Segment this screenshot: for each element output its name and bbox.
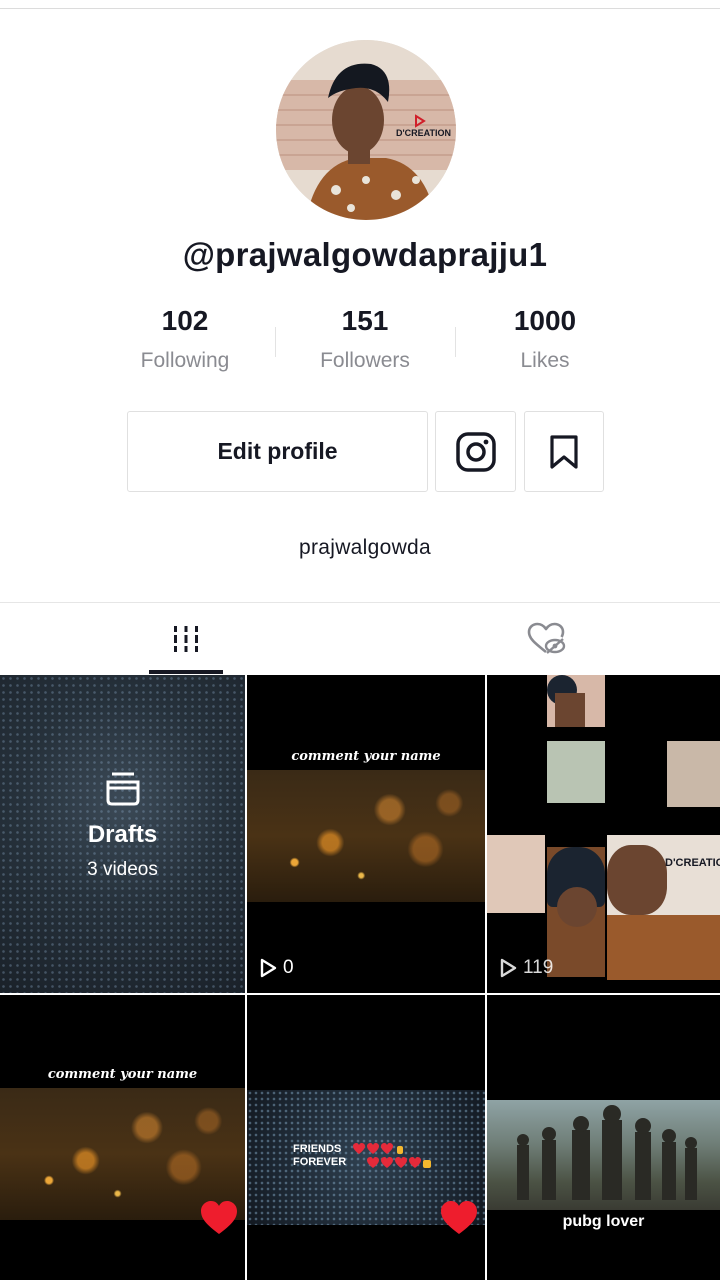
play-count-value: 0	[283, 957, 294, 978]
video-caption: comment your name	[291, 749, 441, 764]
stat-followers[interactable]: 151 Followers	[275, 305, 455, 373]
stat-followers-value: 151	[341, 305, 389, 336]
mosaic-tile	[547, 675, 605, 727]
tab-liked[interactable]	[372, 603, 720, 675]
hearts-emoji	[353, 1143, 431, 1168]
edit-profile-button[interactable]: Edit profile	[127, 411, 428, 492]
drafts-info: Drafts 3 videos	[0, 770, 245, 881]
video-preview	[247, 770, 485, 902]
avatar-photo: D'CREATION	[276, 40, 456, 220]
mosaic-tile	[487, 835, 545, 913]
tab-videos[interactable]	[0, 603, 372, 675]
mosaic-tile: D'CREATION	[607, 835, 720, 980]
stat-likes-label: Likes	[520, 349, 570, 372]
heart-icon	[441, 1201, 477, 1234]
mosaic-tile	[667, 741, 720, 807]
top-divider	[0, 8, 720, 9]
drafts-title: Drafts	[87, 821, 158, 848]
active-tab-indicator	[149, 670, 223, 674]
favorites-button[interactable]	[524, 411, 604, 492]
video-caption: FRIENDS FOREVER	[293, 1143, 346, 1169]
grid-icon	[174, 626, 198, 652]
profile-stats: 102 Following 151 Followers 1000 Likes	[95, 305, 635, 385]
video-caption: comment your name	[47, 1067, 198, 1082]
drafts-tile[interactable]: Drafts 3 videos	[0, 675, 245, 993]
play-count: 0	[259, 957, 294, 979]
stat-following[interactable]: 102 Following	[95, 305, 275, 373]
bookmark-icon	[550, 434, 578, 469]
play-count: 119	[499, 957, 553, 979]
video-preview	[487, 1100, 720, 1210]
stat-likes[interactable]: 1000 Likes	[455, 305, 635, 373]
play-icon	[260, 958, 277, 978]
stat-following-value: 102	[161, 305, 209, 336]
mosaic-tile	[547, 741, 605, 803]
instagram-button[interactable]	[435, 411, 516, 492]
play-count-value: 119	[523, 957, 554, 978]
avatar-watermark: D'CREATION	[396, 128, 451, 138]
drafts-count: 3 videos	[87, 859, 158, 880]
video-thumbnail[interactable]: comment your name 0	[247, 675, 485, 993]
instagram-icon	[455, 431, 496, 472]
soldiers-silhouette	[517, 1105, 697, 1200]
video-caption-line: FRIENDS	[293, 1143, 342, 1155]
video-grid: Drafts 3 videos comment your name 0 D'CR…	[0, 675, 720, 1280]
video-caption-line: FOREVER	[293, 1156, 347, 1168]
profile-bio: prajwalgowda	[298, 536, 431, 559]
profile-username: @prajwalgowdaprajju1	[182, 236, 548, 273]
stat-followers-label: Followers	[320, 349, 410, 372]
heart-icon	[201, 1201, 237, 1234]
stat-following-label: Following	[140, 349, 230, 372]
stat-likes-value: 1000	[513, 305, 577, 336]
video-thumbnail[interactable]: comment your name	[0, 995, 245, 1280]
video-thumbnail[interactable]: D'CREATION 119	[487, 675, 720, 993]
video-thumbnail[interactable]: pubg lover	[487, 995, 720, 1280]
liked-hidden-icon	[527, 622, 566, 654]
video-watermark: D'CREATION	[665, 857, 720, 869]
profile-avatar[interactable]: D'CREATION	[276, 40, 456, 220]
edit-profile-label: Edit profile	[217, 438, 338, 464]
play-icon	[500, 958, 517, 978]
video-thumbnail[interactable]: FRIENDS FOREVER	[247, 995, 485, 1280]
drafts-icon	[106, 772, 139, 806]
video-caption: pubg lover	[562, 1213, 645, 1230]
mosaic-tile	[547, 847, 605, 977]
